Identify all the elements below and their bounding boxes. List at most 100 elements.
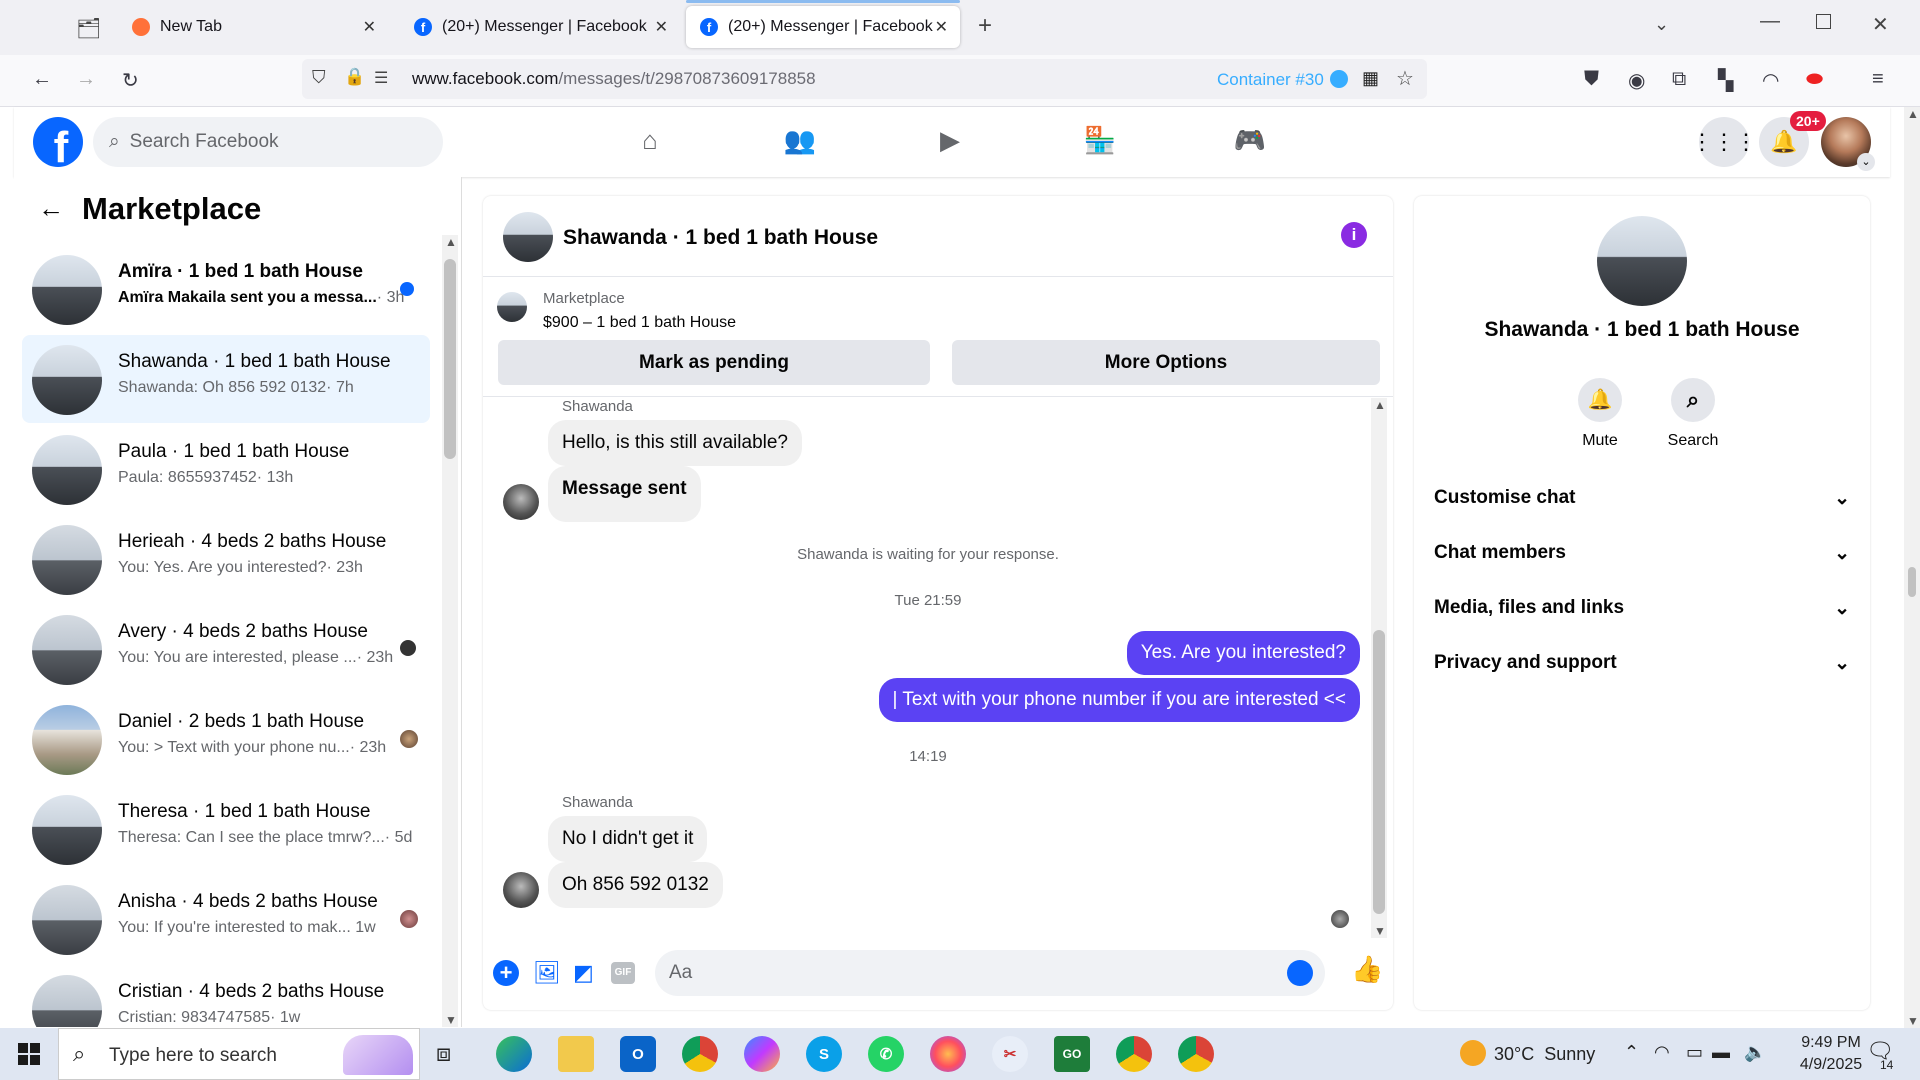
- listing-title[interactable]: $900 – 1 bed 1 bath House: [543, 314, 736, 332]
- windows-start-icon[interactable]: [18, 1043, 40, 1065]
- scroll-up-arrow-icon[interactable]: ▲: [445, 235, 457, 249]
- gaming-icon[interactable]: 🎮: [1232, 125, 1268, 161]
- weather-text[interactable]: 30°C Sunny: [1494, 1044, 1595, 1065]
- home-icon[interactable]: ⌂: [632, 125, 668, 161]
- forward-arrow-icon[interactable]: →: [76, 68, 96, 91]
- tab-list-icon[interactable]: 🗂: [76, 16, 101, 41]
- firefox-taskbar-icon[interactable]: [930, 1036, 966, 1072]
- scroll-down-arrow-icon[interactable]: ▼: [1374, 924, 1386, 938]
- page-settings-icon[interactable]: ☰: [374, 68, 388, 88]
- edge-icon[interactable]: [496, 1036, 532, 1072]
- scroll-up-arrow-icon[interactable]: ▲: [1907, 107, 1919, 121]
- listing-thumbnail[interactable]: [497, 292, 527, 322]
- page-scrollbar[interactable]: ▲ ▼: [1904, 107, 1920, 1028]
- new-tab-plus-icon[interactable]: +: [978, 12, 992, 40]
- sender-avatar[interactable]: [503, 872, 539, 908]
- conversation-item[interactable]: Cristian · 4 beds 2 baths House Cristian…: [22, 965, 430, 1027]
- tab-messenger-2[interactable]: f (20+) Messenger | Facebook ✕: [686, 0, 960, 48]
- url-bar[interactable]: ⛉ 🔒 ☰ www.facebook.com/messages/t/298708…: [302, 59, 1427, 99]
- chat-scrollbar[interactable]: ▲ ▼: [1371, 398, 1387, 938]
- mute-button[interactable]: 🔔 Mute: [1570, 378, 1630, 450]
- red-extension-icon[interactable]: ⬬: [1806, 68, 1823, 91]
- emoji-icon[interactable]: [1287, 960, 1313, 986]
- menu-hamburger-icon[interactable]: ≡: [1872, 68, 1884, 91]
- network-icon[interactable]: ◠: [1654, 1042, 1670, 1063]
- back-arrow-icon[interactable]: ←: [32, 68, 52, 91]
- clock-date[interactable]: 4/9/2025: [1786, 1056, 1876, 1074]
- file-explorer-icon[interactable]: [558, 1036, 594, 1072]
- search-in-chat-button[interactable]: ⌕ Search: [1658, 378, 1728, 450]
- thumbs-up-icon[interactable]: 👍: [1351, 954, 1383, 985]
- customise-chat-section[interactable]: Customise chat ⌄: [1434, 478, 1850, 518]
- scroll-down-arrow-icon[interactable]: ▼: [1907, 1014, 1919, 1028]
- volume-icon[interactable]: 🔈: [1744, 1042, 1766, 1063]
- list-all-tabs-chevron-icon[interactable]: ⌄: [1654, 14, 1669, 35]
- message-bubble-outgoing[interactable]: | Text with your phone number if you are…: [878, 678, 1360, 722]
- message-bubble-incoming[interactable]: Oh 856 592 0132: [548, 862, 723, 908]
- more-options-button[interactable]: More Options: [952, 340, 1380, 385]
- maximize-icon[interactable]: [1816, 14, 1831, 29]
- conversation-item[interactable]: Paula · 1 bed 1 bath House Paula: 865593…: [22, 425, 430, 513]
- menu-grid-icon[interactable]: ⋮⋮⋮: [1691, 117, 1757, 167]
- facebook-logo-icon[interactable]: f: [33, 117, 83, 167]
- back-arrow-icon[interactable]: ←: [38, 193, 64, 224]
- grid-extension-icon[interactable]: ▚: [1718, 68, 1733, 93]
- conversation-item[interactable]: Theresa · 1 bed 1 bath House Theresa: Ca…: [22, 785, 430, 873]
- message-input[interactable]: Aa: [655, 950, 1325, 996]
- message-bubble-incoming[interactable]: Message sent: [548, 466, 701, 522]
- scrollbar-thumb[interactable]: [1908, 567, 1916, 597]
- tab-new-tab[interactable]: New Tab ✕: [118, 6, 388, 48]
- sender-avatar[interactable]: [503, 484, 539, 520]
- close-tab-icon[interactable]: ✕: [655, 17, 668, 37]
- conversation-list-scrollbar[interactable]: ▲ ▼: [442, 235, 458, 1027]
- chat-header-avatar[interactable]: [503, 212, 553, 262]
- plus-icon[interactable]: +: [493, 960, 519, 986]
- task-view-icon[interactable]: ⧈: [436, 1040, 451, 1068]
- weather-sun-icon[interactable]: [1460, 1040, 1486, 1066]
- container-label[interactable]: Container #30: [1217, 70, 1324, 90]
- chrome-icon[interactable]: [682, 1036, 718, 1072]
- scroll-down-arrow-icon[interactable]: ▼: [445, 1013, 457, 1027]
- shield-icon[interactable]: ⛉: [312, 67, 326, 88]
- conversation-item[interactable]: Anisha · 4 beds 2 baths House You: If yo…: [22, 875, 430, 963]
- scroll-up-arrow-icon[interactable]: ▲: [1374, 398, 1386, 412]
- battery-icon[interactable]: ▬: [1712, 1042, 1730, 1063]
- close-tab-icon[interactable]: ✕: [363, 17, 376, 37]
- conversation-item[interactable]: Herieah · 4 beds 2 baths House You: Yes.…: [22, 515, 430, 603]
- chrome-profile-gm-icon[interactable]: [1116, 1036, 1152, 1072]
- conversation-item[interactable]: Shawanda · 1 bed 1 bath House Shawanda: …: [22, 335, 430, 423]
- close-window-icon[interactable]: ✕: [1872, 12, 1889, 37]
- details-avatar[interactable]: [1597, 216, 1687, 306]
- video-icon[interactable]: ▶: [932, 125, 968, 161]
- minimize-icon[interactable]: —: [1760, 10, 1780, 33]
- chrome-profile-r-icon[interactable]: [1178, 1036, 1214, 1072]
- go-app-icon[interactable]: GO: [1054, 1036, 1090, 1072]
- facebook-search-input[interactable]: ⌕ Search Facebook: [93, 117, 443, 167]
- whatsapp-icon[interactable]: ✆: [868, 1036, 904, 1072]
- message-bubble-incoming[interactable]: No I didn't get it: [548, 816, 708, 862]
- media-files-links-section[interactable]: Media, files and links ⌄: [1434, 588, 1850, 628]
- outlook-icon[interactable]: O: [620, 1036, 656, 1072]
- mark-as-pending-button[interactable]: Mark as pending: [498, 340, 930, 385]
- photo-icon[interactable]: 🖼: [533, 960, 561, 986]
- account-icon[interactable]: ◉: [1628, 68, 1645, 93]
- reload-icon[interactable]: ↻: [122, 68, 139, 93]
- friends-icon[interactable]: 👥: [782, 125, 818, 161]
- scrollbar-thumb[interactable]: [1373, 630, 1385, 914]
- extensions-icon[interactable]: ⧉: [1672, 68, 1686, 91]
- conversation-item[interactable]: Daniel · 2 beds 1 bath House You: > Text…: [22, 695, 430, 783]
- close-tab-icon[interactable]: ✕: [935, 17, 948, 37]
- scrollbar-thumb[interactable]: [444, 259, 456, 459]
- copilot-icon[interactable]: [744, 1036, 780, 1072]
- message-bubble-outgoing[interactable]: Yes. Are you interested?: [1126, 631, 1360, 675]
- tab-messenger-1[interactable]: f (20+) Messenger | Facebook ✕: [400, 6, 680, 48]
- conversation-item[interactable]: Amïra · 1 bed 1 bath House Amïra Makaila…: [22, 245, 430, 333]
- qr-code-icon[interactable]: ▦: [1362, 68, 1379, 89]
- privacy-support-section[interactable]: Privacy and support ⌄: [1434, 643, 1850, 683]
- skype-icon[interactable]: S: [806, 1036, 842, 1072]
- message-bubble-incoming[interactable]: Hello, is this still available?: [548, 420, 802, 466]
- gif-icon[interactable]: GIF: [611, 962, 635, 984]
- bookmark-star-icon[interactable]: ☆: [1396, 66, 1414, 91]
- chat-title[interactable]: Shawanda · 1 bed 1 bath House: [563, 226, 878, 250]
- conversation-item[interactable]: Avery · 4 beds 2 baths House You: You ar…: [22, 605, 430, 693]
